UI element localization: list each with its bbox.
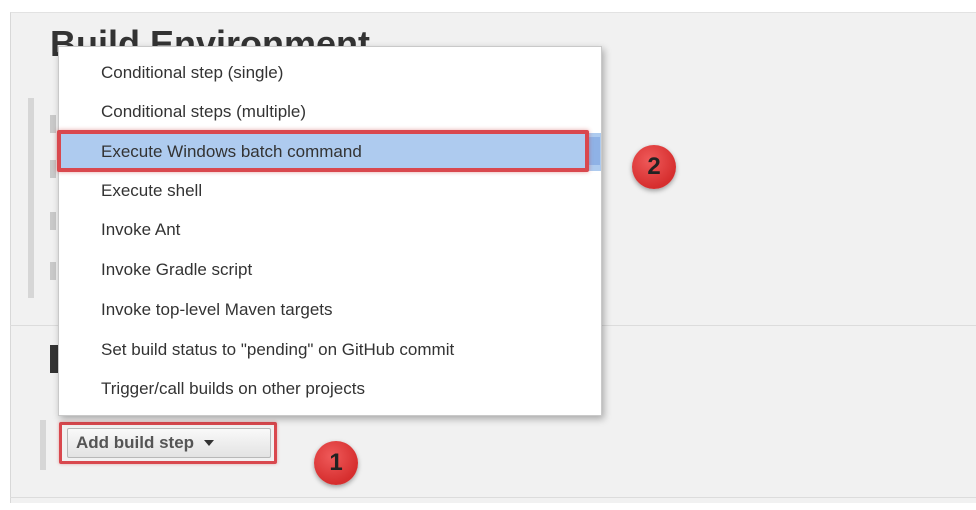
annotation-highlight-2 [57,130,589,172]
caret-down-icon [204,440,215,446]
checkbox-stub [50,212,56,230]
menu-item-execute-shell[interactable]: Execute shell [59,172,601,210]
menu-item-invoke-maven[interactable]: Invoke top-level Maven targets [59,291,601,329]
menu-highlight-tab [588,137,600,165]
add-build-step-label: Add build step [76,433,195,452]
menu-item-set-build-status[interactable]: Set build status to "pending" on GitHub … [59,331,601,369]
add-build-step-button[interactable]: Add build step [67,428,271,458]
menu-item-conditional-single[interactable]: Conditional step (single) [59,54,601,92]
checkbox-stub [50,115,56,133]
menu-item-trigger-builds[interactable]: Trigger/call builds on other projects [59,370,601,408]
checkbox-stub [50,262,56,280]
annotation-badge-2: 2 [632,145,676,189]
menu-item-invoke-ant[interactable]: Invoke Ant [59,211,601,249]
menu-item-conditional-multiple[interactable]: Conditional steps (multiple) [59,93,601,131]
checkbox-stub [50,160,56,178]
build-left-rule [40,420,46,470]
section-left-rule [28,98,34,298]
annotation-badge-1: 1 [314,441,358,485]
menu-item-invoke-gradle[interactable]: Invoke Gradle script [59,251,601,289]
build-section-heading-fragment [50,345,58,373]
build-step-menu: Conditional step (single) Conditional st… [58,46,602,416]
section-divider [10,497,976,498]
